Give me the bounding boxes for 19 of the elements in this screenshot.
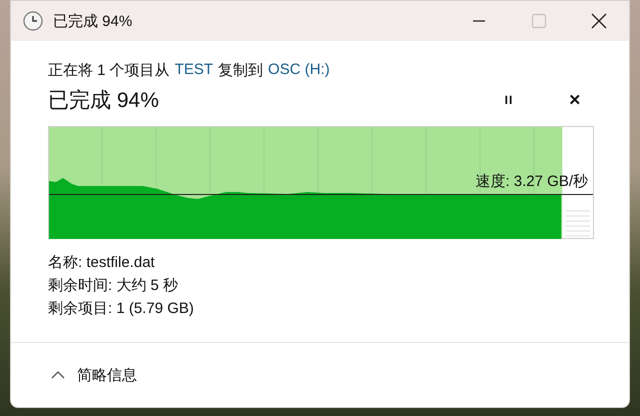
- copy-message: 正在将 1 个项目从: [48, 61, 170, 80]
- window-title: 已完成 94%: [53, 12, 134, 30]
- empty-area-lines: [564, 210, 590, 236]
- folder-link[interactable]: TEST: [174, 61, 214, 80]
- cancel-button[interactable]: ✕: [558, 86, 592, 114]
- chevron-up-icon[interactable]: [51, 371, 65, 379]
- close-icon: [591, 13, 607, 29]
- detail-text: 剩余时间: 大约 5 秒: [48, 276, 180, 296]
- speed-label: 速度: 3.27 GB/秒: [475, 172, 588, 191]
- folder-link[interactable]: OSC (H:): [268, 61, 330, 80]
- detail-text: 名称: testfile.dat: [48, 253, 156, 273]
- minimize-icon: [473, 20, 485, 22]
- pause-button[interactable]: II: [492, 86, 526, 114]
- progress-heading: 已完成 94%: [48, 88, 160, 114]
- fewer-details-button[interactable]: 简略信息: [77, 366, 137, 384]
- copy-message: 复制到: [218, 61, 264, 80]
- maximize-icon: [531, 13, 547, 29]
- clock-icon: [23, 11, 43, 31]
- detail-text: 剩余项目: 1 (5.79 GB): [48, 299, 195, 319]
